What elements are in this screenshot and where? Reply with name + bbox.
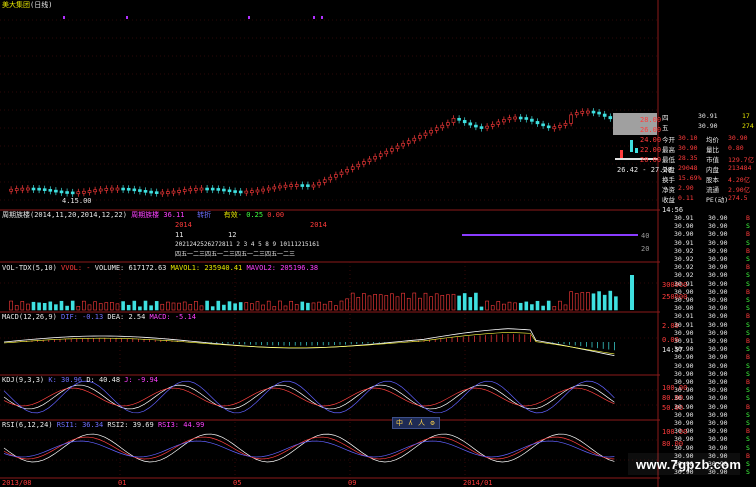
quote-row: 今开 30.10 均价 30.90: [662, 134, 748, 144]
kdj-header: KDJ(9,3,3) K: 30.96 D: 40.48 J: -9.94: [2, 376, 158, 384]
cycle-bar: [462, 234, 638, 236]
rsi-header: RSI(6,12,24) RSI1: 36.34 RSI2: 39.69 RSI…: [2, 421, 205, 429]
volume-bars: [9, 275, 634, 311]
year-label: 2014: [175, 221, 192, 229]
quote-panel: 四 30.91 17 五 30.90 274 今开 30.10 均价 30.90 最高 3…: [660, 112, 756, 477]
floating-toolbar[interactable]: 中 ʎ 人 ⚙: [392, 417, 440, 429]
kdj-k-line: [3, 384, 615, 410]
sell-4-row[interactable]: 四 30.91 17: [660, 112, 756, 122]
month-11: 11: [175, 231, 184, 239]
month-12: 12: [228, 231, 237, 239]
vol-header: VOL-TDX(5,10) VVOL: - VOLUME: 617172.63 …: [2, 264, 319, 272]
person-icon[interactable]: 人: [417, 419, 426, 428]
quote-row: 换手 15.69% 股本 4.20亿: [662, 174, 751, 184]
watermark: www.7gpzb.com: [636, 457, 742, 472]
moon-icon[interactable]: ʎ: [406, 419, 415, 428]
kline-chart[interactable]: [0, 0, 660, 487]
min-price-label: 4.15.00: [62, 197, 92, 205]
quote-row: 净资 2.90 流通 2.90亿: [662, 184, 751, 194]
quote-row: 最低 28.35 市值 129.7亿: [662, 154, 755, 164]
year-label-2: 2014: [310, 221, 327, 229]
day-row: 2021242526272811 2 3 4 5 8 9 10111215161: [175, 241, 320, 248]
macd-header: MACD(12,26,9) DIF: -0.13 DEA: 2.54 MACD:…: [2, 313, 196, 321]
zhong-icon[interactable]: 中: [395, 419, 404, 428]
settings-icon[interactable]: ⚙: [428, 419, 437, 428]
ticks-time: 14:56: [662, 206, 684, 214]
quote-row: 最高 30.90 量比 0.80: [662, 144, 744, 154]
macd-dea-line: [3, 332, 615, 355]
week-row: 四五一二三四五一二三四五一二三四五一二三: [175, 251, 296, 258]
candlesticks: [9, 108, 638, 197]
quote-row: 外盘 29048 内盘 213484: [662, 164, 752, 174]
sell-5-row[interactable]: 五 30.90 274: [660, 122, 756, 132]
cycle-panel-header: 周期族楼(2014,11,20,2014,12,22) 周期族楼 36.11 转…: [2, 211, 285, 219]
kdj-j-line: [3, 380, 615, 414]
quote-row: 收益 0.11 PE(动) 274.5: [662, 194, 748, 204]
